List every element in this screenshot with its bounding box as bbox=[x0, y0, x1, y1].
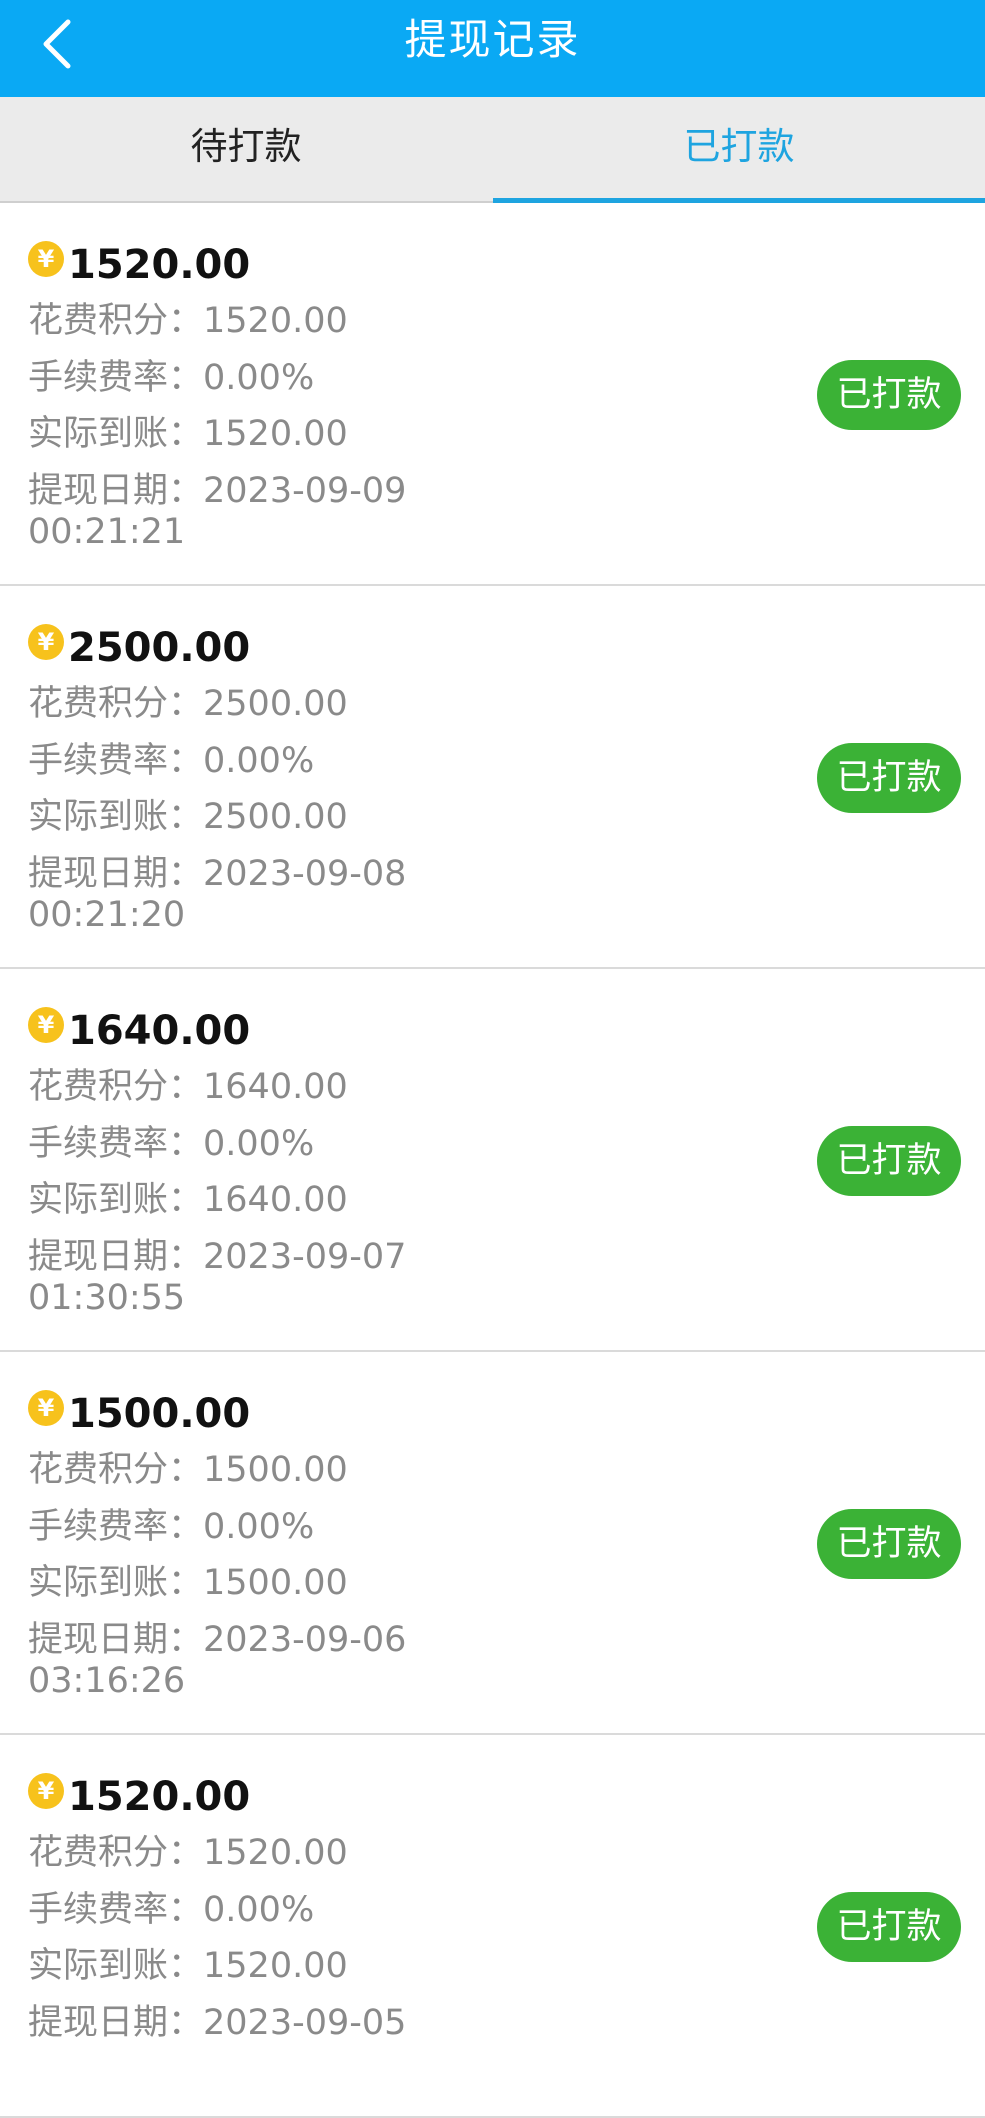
actual-value: 1520.00 bbox=[203, 1946, 348, 1986]
list-item: ¥ 2500.00 花费积分：2500.00 手续费率：0.00% 实际到账：2… bbox=[0, 586, 985, 969]
actual-row: 实际到账：1500.00 bbox=[28, 1561, 348, 1605]
tab-pending[interactable]: 待打款 bbox=[0, 97, 492, 201]
points-row: 花费积分：1500.00 bbox=[28, 1448, 348, 1492]
fee-label: 手续费率： bbox=[28, 1507, 204, 1547]
points-label: 花费积分： bbox=[28, 684, 204, 724]
status-badge[interactable]: 已打款 bbox=[817, 1126, 961, 1196]
withdrawal-amount: 1640.00 bbox=[68, 1008, 251, 1054]
actual-row: 实际到账：2500.00 bbox=[28, 795, 348, 839]
fee-row: 手续费率：0.00% bbox=[28, 1888, 314, 1932]
tab-paid[interactable]: 已打款 bbox=[493, 97, 985, 201]
date-value: 2023-09-08 bbox=[203, 854, 407, 894]
coin-icon: ¥ bbox=[28, 1007, 64, 1043]
date-value: 2023-09-09 bbox=[203, 471, 407, 511]
fee-value: 0.00% bbox=[203, 741, 315, 781]
date-value: 2023-09-05 bbox=[203, 2003, 407, 2043]
actual-label: 实际到账： bbox=[28, 797, 204, 837]
points-value: 1520.00 bbox=[203, 1833, 348, 1873]
date-label: 提现日期： bbox=[28, 1237, 204, 1277]
fee-row: 手续费率：0.00% bbox=[28, 356, 314, 400]
points-label: 花费积分： bbox=[28, 301, 204, 341]
actual-label: 实际到账： bbox=[28, 1180, 204, 1220]
date-row: 提现日期：2023-09-08 bbox=[28, 852, 406, 896]
actual-label: 实际到账： bbox=[28, 414, 204, 454]
fee-value: 0.00% bbox=[203, 1890, 315, 1930]
tab-bar: 待打款 已打款 bbox=[0, 97, 985, 203]
actual-row: 实际到账：1640.00 bbox=[28, 1178, 348, 1222]
actual-value: 1640.00 bbox=[203, 1180, 348, 1220]
points-row: 花费积分：1640.00 bbox=[28, 1065, 348, 1109]
points-value: 1520.00 bbox=[203, 301, 348, 341]
coin-icon: ¥ bbox=[28, 241, 64, 277]
status-badge[interactable]: 已打款 bbox=[817, 360, 961, 430]
fee-value: 0.00% bbox=[203, 358, 315, 398]
points-value: 1500.00 bbox=[203, 1450, 348, 1490]
points-value: 1640.00 bbox=[203, 1067, 348, 1107]
withdrawal-amount: 1520.00 bbox=[68, 1774, 251, 1820]
status-badge[interactable]: 已打款 bbox=[817, 1892, 961, 1962]
points-value: 2500.00 bbox=[203, 684, 348, 724]
withdrawal-amount: 1500.00 bbox=[68, 1391, 251, 1437]
withdrawal-amount: 2500.00 bbox=[68, 625, 251, 671]
date-row: 提现日期：2023-09-07 bbox=[28, 1235, 406, 1279]
actual-row: 实际到账：1520.00 bbox=[28, 1944, 348, 1988]
points-row: 花费积分：2500.00 bbox=[28, 682, 348, 726]
actual-value: 1520.00 bbox=[203, 414, 348, 454]
date-value: 2023-09-06 bbox=[203, 1620, 407, 1660]
fee-label: 手续费率： bbox=[28, 1124, 204, 1164]
date-label: 提现日期： bbox=[28, 854, 204, 894]
coin-icon: ¥ bbox=[28, 1390, 64, 1426]
date-value: 2023-09-07 bbox=[203, 1237, 407, 1277]
date-label: 提现日期： bbox=[28, 2003, 204, 2043]
status-badge[interactable]: 已打款 bbox=[817, 1509, 961, 1579]
fee-label: 手续费率： bbox=[28, 1890, 204, 1930]
coin-icon: ¥ bbox=[28, 624, 64, 660]
actual-value: 2500.00 bbox=[203, 797, 348, 837]
points-row: 花费积分：1520.00 bbox=[28, 1831, 348, 1875]
actual-value: 1500.00 bbox=[203, 1563, 348, 1603]
fee-value: 0.00% bbox=[203, 1507, 315, 1547]
points-row: 花费积分：1520.00 bbox=[28, 299, 348, 343]
fee-row: 手续费率：0.00% bbox=[28, 1505, 314, 1549]
date-label: 提现日期： bbox=[28, 1620, 204, 1660]
fee-row: 手续费率：0.00% bbox=[28, 1122, 314, 1166]
list-item: ¥ 1520.00 花费积分：1520.00 手续费率：0.00% 实际到账：1… bbox=[0, 1735, 985, 2118]
fee-label: 手续费率： bbox=[28, 741, 204, 781]
top-bar: 提现记录 bbox=[0, 0, 985, 97]
time-value: 00:21:21 bbox=[28, 512, 186, 552]
points-label: 花费积分： bbox=[28, 1833, 204, 1873]
date-row: 提现日期：2023-09-09 bbox=[28, 469, 406, 513]
actual-label: 实际到账： bbox=[28, 1563, 204, 1603]
actual-label: 实际到账： bbox=[28, 1946, 204, 1986]
date-row: 提现日期：2023-09-06 bbox=[28, 1618, 406, 1662]
date-row: 提现日期：2023-09-05 bbox=[28, 2001, 406, 2045]
withdrawal-amount: 1520.00 bbox=[68, 242, 251, 288]
time-value: 01:30:55 bbox=[28, 1278, 186, 1318]
list-item: ¥ 1500.00 花费积分：1500.00 手续费率：0.00% 实际到账：1… bbox=[0, 1352, 985, 1735]
date-label: 提现日期： bbox=[28, 471, 204, 511]
time-value: 03:16:26 bbox=[28, 1661, 186, 1701]
coin-icon: ¥ bbox=[28, 1773, 64, 1809]
points-label: 花费积分： bbox=[28, 1450, 204, 1490]
list-item: ¥ 1640.00 花费积分：1640.00 手续费率：0.00% 实际到账：1… bbox=[0, 969, 985, 1352]
points-label: 花费积分： bbox=[28, 1067, 204, 1107]
status-badge[interactable]: 已打款 bbox=[817, 743, 961, 813]
page-title: 提现记录 bbox=[404, 15, 581, 64]
actual-row: 实际到账：1520.00 bbox=[28, 412, 348, 456]
fee-row: 手续费率：0.00% bbox=[28, 739, 314, 783]
fee-label: 手续费率： bbox=[28, 358, 204, 398]
time-value: 00:21:20 bbox=[28, 895, 186, 935]
withdrawal-record-list: ¥ 1520.00 花费积分：1520.00 手续费率：0.00% 实际到账：1… bbox=[0, 203, 985, 2118]
list-item: ¥ 1520.00 花费积分：1520.00 手续费率：0.00% 实际到账：1… bbox=[0, 203, 985, 586]
fee-value: 0.00% bbox=[203, 1124, 315, 1164]
